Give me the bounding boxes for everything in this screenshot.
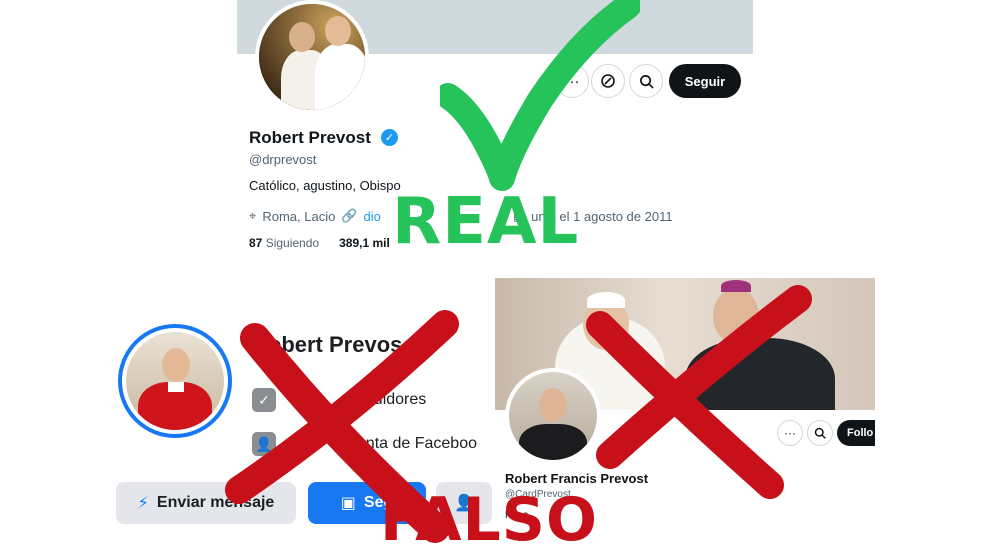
add-person-icon: 👤 [252, 432, 276, 456]
profile-name: Robert Prevost [249, 128, 371, 147]
more-options-button[interactable]: ··· [777, 420, 803, 446]
followers-row: ✓ seguidores [252, 388, 426, 412]
profile-name: Robert Francis Prevost [505, 471, 649, 486]
account-row: 👤 cuenta de Faceboo [252, 432, 477, 456]
location-text: Roma, Lacio [262, 208, 336, 224]
more-options-button[interactable]: ··· [555, 64, 589, 98]
profile-link[interactable]: dio [364, 209, 381, 224]
follow-button[interactable]: Follo [837, 420, 875, 446]
checkbox-icon: ✓ [252, 388, 276, 412]
verified-badge-icon: ✓ [381, 129, 398, 146]
followers-text: seguidores [348, 391, 427, 408]
avatar[interactable] [505, 368, 601, 464]
location-icon: ⌖ [249, 208, 257, 223]
link-icon: 🔗 [341, 208, 358, 223]
profile-bio: Católico, agustino, Obispo [249, 178, 401, 193]
real-label: REAL [392, 185, 580, 259]
follow-icon: ▣ [340, 495, 356, 512]
following-label: Siguiendo [265, 236, 320, 250]
profile-name: Robert Prevos [252, 332, 403, 357]
profile-handle: @drprevost [249, 152, 317, 167]
profile-stats: 87 Siguiendo 389,1 mil [249, 236, 390, 250]
followers-count[interactable]: 389,1 mil [339, 236, 390, 250]
messenger-icon: ⚡ [137, 495, 149, 512]
search-icon[interactable] [629, 64, 663, 98]
search-icon[interactable] [807, 420, 833, 446]
follow-button[interactable]: Seguir [669, 64, 741, 98]
avatar[interactable] [118, 324, 232, 438]
send-message-label: Enviar mensaje [156, 494, 275, 511]
subscribe-icon[interactable] [591, 64, 625, 98]
falso-label: FALSO [380, 485, 598, 555]
following-count[interactable]: 87 [249, 236, 262, 250]
avatar[interactable] [255, 0, 369, 114]
account-text: cuenta de Faceboo [340, 435, 477, 452]
send-message-button[interactable]: ⚡ Enviar mensaje [116, 482, 296, 524]
